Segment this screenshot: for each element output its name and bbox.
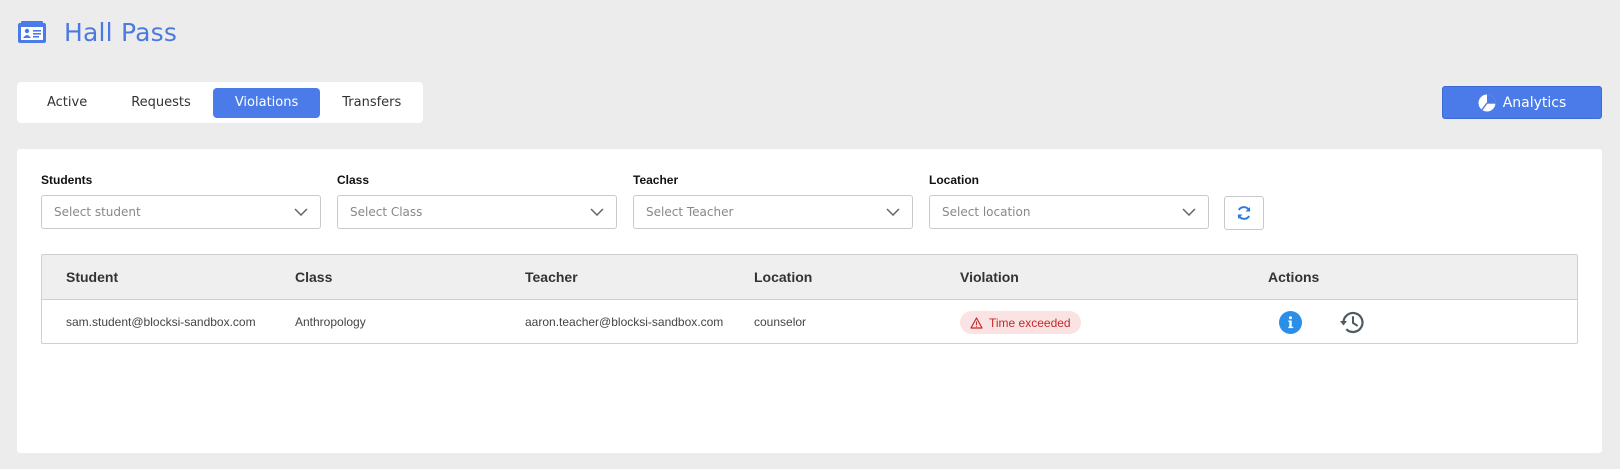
location-select[interactable]: Select location: [929, 195, 1209, 229]
cell-location: counselor: [754, 315, 807, 329]
column-header-actions: Actions: [1268, 269, 1320, 285]
class-select[interactable]: Select Class: [337, 195, 617, 229]
cell-teacher: aaron.teacher@blocksi-sandbox.com: [525, 315, 724, 329]
column-header-violation: Violation: [960, 269, 1019, 285]
column-header-teacher: Teacher: [525, 269, 578, 285]
violation-badge: Time exceeded: [960, 311, 1081, 334]
teacher-filter: Teacher Select Teacher: [633, 173, 913, 229]
analytics-label: Analytics: [1502, 94, 1567, 111]
column-header-location: Location: [754, 269, 813, 285]
tab-requests[interactable]: Requests: [109, 88, 213, 118]
id-card-icon: [18, 20, 46, 43]
chevron-down-icon: [1182, 208, 1196, 216]
table-row: sam.student@blocksi-sandbox.com Anthropo…: [42, 300, 1577, 343]
students-select[interactable]: Select student: [41, 195, 321, 229]
column-header-student: Student: [66, 269, 119, 285]
class-filter: Class Select Class: [337, 173, 617, 229]
cell-class: Anthropology: [295, 315, 366, 329]
tab-bar: Active Requests Violations Transfers: [17, 82, 423, 123]
class-filter-label: Class: [337, 173, 370, 187]
teacher-placeholder: Select Teacher: [646, 205, 734, 219]
history-icon[interactable]: [1339, 310, 1365, 335]
chevron-down-icon: [590, 208, 604, 216]
analytics-button[interactable]: Analytics: [1442, 86, 1602, 119]
teacher-select[interactable]: Select Teacher: [633, 195, 913, 229]
students-filter: Students Select student: [41, 173, 321, 229]
refresh-button[interactable]: [1224, 196, 1264, 230]
location-placeholder: Select location: [942, 205, 1031, 219]
location-filter: Location Select location: [929, 173, 1209, 229]
table-header: Student Class Teacher Location Violation…: [42, 255, 1577, 300]
students-filter-label: Students: [41, 173, 93, 187]
cell-student: sam.student@blocksi-sandbox.com: [66, 315, 256, 329]
refresh-icon: [1237, 206, 1251, 220]
tab-transfers[interactable]: Transfers: [320, 88, 423, 118]
tab-active[interactable]: Active: [25, 88, 109, 118]
violation-text: Time exceeded: [989, 315, 1071, 330]
pie-chart-icon: [1478, 94, 1496, 111]
location-filter-label: Location: [929, 173, 979, 187]
violations-panel: Students Select student Class Select Cla…: [17, 149, 1602, 453]
teacher-filter-label: Teacher: [633, 173, 679, 187]
page-title: Hall Pass: [64, 18, 178, 47]
warning-icon: [970, 316, 983, 329]
class-placeholder: Select Class: [350, 205, 423, 219]
students-placeholder: Select student: [54, 205, 141, 219]
app-header: Hall Pass: [18, 18, 177, 47]
info-icon[interactable]: [1279, 311, 1302, 334]
chevron-down-icon: [294, 208, 308, 216]
violations-table: Student Class Teacher Location Violation…: [41, 254, 1578, 344]
column-header-class: Class: [295, 269, 333, 285]
chevron-down-icon: [886, 208, 900, 216]
tab-violations[interactable]: Violations: [212, 87, 321, 118]
